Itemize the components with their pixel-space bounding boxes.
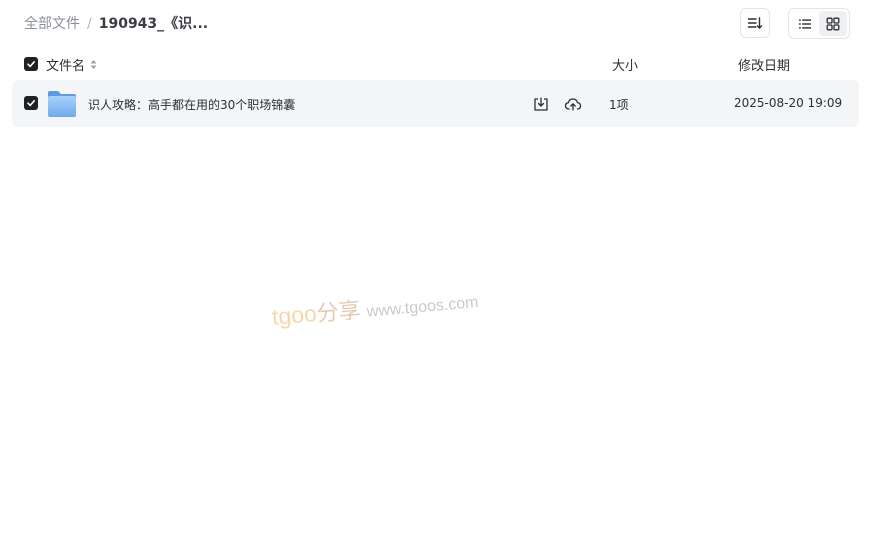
select-all-checkbox[interactable]: [24, 57, 38, 71]
row-checkbox[interactable]: [24, 96, 38, 110]
file-size: 1项: [609, 98, 629, 112]
grid-view-icon: [826, 17, 840, 30]
checkmark-icon: [27, 99, 35, 107]
list-view-icon: [799, 18, 811, 29]
breadcrumb-current: 190943_《识...: [98, 16, 209, 32]
table-row[interactable]: 识人攻略：高手都在用的30个职场锦囊 1项 2025-08-20 19:09: [12, 80, 859, 127]
column-header-date: 修改日期: [738, 59, 791, 74]
watermark-brand: tgoo: [270, 300, 318, 330]
breadcrumb-separator: /: [87, 16, 92, 32]
grid-view-button[interactable]: [819, 11, 847, 36]
file-modified-date: 2025-08-20 19:09: [734, 96, 843, 110]
cloud-upload-icon: [564, 98, 582, 111]
list-view-button[interactable]: [791, 11, 819, 36]
top-bar: 全部文件 / 190943_《识...: [0, 0, 874, 48]
breadcrumb-root[interactable]: 全部文件: [24, 15, 80, 33]
folder-icon: [47, 90, 77, 118]
save-to-cloud-button[interactable]: [563, 94, 583, 114]
column-header-size: 大小: [612, 59, 639, 74]
checkmark-icon: [27, 60, 35, 68]
sort-button[interactable]: [740, 8, 770, 38]
watermark-brand-cn: 分享: [315, 298, 362, 328]
watermark-url: www.tgoos.com: [366, 293, 480, 321]
column-header-name-label: 文件名: [46, 59, 86, 74]
file-name[interactable]: 识人攻略：高手都在用的30个职场锦囊: [88, 96, 295, 113]
download-icon: [534, 97, 548, 111]
column-header-name[interactable]: 文件名: [46, 55, 97, 74]
view-mode-toggle: [788, 8, 850, 39]
table-header: 文件名 大小 修改日期: [0, 50, 874, 78]
sort-toggle-icon: [90, 59, 97, 70]
download-button[interactable]: [531, 94, 551, 114]
sort-descending-icon: [747, 17, 763, 29]
breadcrumb: 全部文件 / 190943_《识...: [24, 15, 208, 33]
watermark: tgoo 分享 www.tgoos.com: [271, 282, 480, 332]
